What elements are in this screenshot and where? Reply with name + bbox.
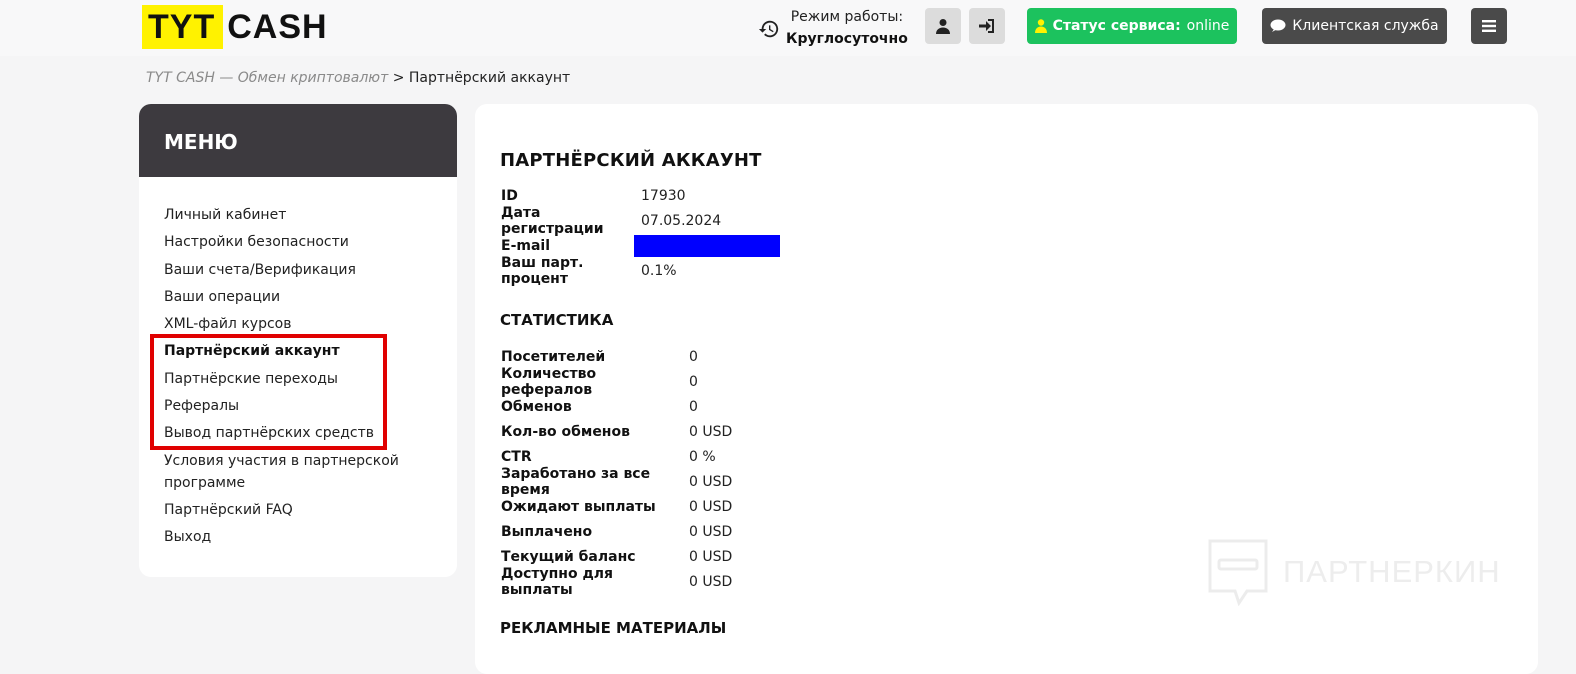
hamburger-menu-button[interactable] [1471, 8, 1507, 44]
stats-key: Кол-во обменов [501, 423, 630, 440]
stats-key: Заработано за все время [501, 465, 651, 498]
stats-list: Посетителей 0 Количество рефералов 0 Обменов… [501, 344, 733, 598]
stats-key: Обменов [501, 398, 572, 415]
account-row-regdate: Дата регистрации 07.05.2024 [501, 205, 780, 237]
site-header: TYT CASH Режим работы: Круглосуточно Ста… [0, 0, 1576, 56]
stats-row: Выплачено 0 USD [501, 519, 732, 544]
stats-key: Посетителей [501, 348, 606, 365]
hamburger-icon [1482, 20, 1496, 32]
stats-row: Доступно для выплаты 0 USD [501, 566, 733, 598]
stats-key: Выплачено [501, 523, 593, 540]
account-info: ID 17930 Дата регистрации 07.05.2024 E-m… [501, 183, 780, 287]
breadcrumb-current: Партнёрский аккаунт [408, 70, 571, 86]
stats-row: Заработано за все время 0 USD [501, 466, 733, 498]
stats-value: 0 USD [689, 573, 733, 590]
sidebar-item[interactable]: Ваши счета/Верификация [164, 259, 414, 281]
sidebar-item[interactable]: Личный кабинет [164, 204, 414, 226]
stats-row: Ожидают выплаты 0 USD [501, 494, 732, 519]
stats-value: 0 USD [689, 523, 733, 540]
stats-key: CTR [501, 448, 532, 465]
sidebar-item[interactable]: Ваши операции [164, 286, 414, 308]
sign-in-icon [979, 19, 994, 33]
service-status-button[interactable]: Статус сервиса: online [1027, 8, 1237, 44]
watermark-logo-icon [1208, 539, 1268, 606]
stats-value: 0 % [689, 448, 716, 465]
user-status-icon [1034, 19, 1047, 33]
stats-value: 0 USD [689, 548, 733, 565]
watermark-text: ПАРТНЕРКИН [1283, 554, 1501, 589]
account-value: 07.05.2024 [641, 212, 722, 229]
stats-row: Количество рефералов 0 [501, 366, 732, 398]
sidebar-item[interactable]: Партнёрский FAQ [164, 499, 414, 521]
email-redacted [634, 234, 780, 257]
chat-icon [1270, 19, 1286, 32]
support-label: Клиентская служба [1292, 18, 1439, 34]
account-key: ID [501, 187, 518, 204]
sidebar-item[interactable]: Настройки безопасности [164, 231, 414, 253]
breadcrumb-separator: > [392, 70, 405, 86]
working-hours: Режим работы: Круглосуточно [758, 6, 908, 50]
hours-value: Круглосуточно [786, 31, 908, 47]
stats-key: Доступно для выплаты [501, 565, 614, 598]
logo-tyt: TYT [142, 5, 224, 49]
stats-row: Обменов 0 [501, 394, 732, 419]
account-key: E-mail [501, 237, 551, 254]
site-logo[interactable]: TYT CASH [142, 5, 328, 49]
sidebar-item[interactable]: Условия участия в партнерской программе [164, 450, 414, 494]
hours-label: Режим работы: [790, 9, 904, 25]
stats-value: 0 [689, 398, 698, 415]
highlight-annotation [150, 334, 387, 450]
stats-value: 0 USD [689, 473, 733, 490]
stats-key: Количество рефералов [501, 365, 597, 398]
stats-value: 0 [689, 373, 698, 390]
history-icon [758, 20, 779, 38]
account-row-percent: Ваш парт. процент 0.1% [501, 255, 780, 287]
account-value: 0.1% [641, 262, 677, 279]
sidebar-item[interactable]: XML-файл курсов [164, 313, 414, 335]
account-key: Ваш парт. процент [501, 254, 584, 287]
stats-value: 0 USD [689, 498, 733, 515]
logo-cash: CASH [227, 7, 328, 46]
stats-value: 0 USD [689, 423, 733, 440]
sidebar-item[interactable]: Выход [164, 526, 414, 548]
watermark: ПАРТНЕРКИН [1207, 538, 1501, 606]
ads-title: РЕКЛАМНЫЕ МАТЕРИАЛЫ [500, 619, 727, 637]
login-button[interactable] [969, 8, 1005, 44]
account-value: 17930 [641, 187, 686, 204]
status-label: Статус сервиса: [1052, 18, 1181, 34]
stats-title: СТАТИСТИКА [500, 311, 614, 329]
user-account-button[interactable] [925, 8, 961, 44]
stats-row: Кол-во обменов 0 USD [501, 419, 732, 444]
stats-key: Текущий баланс [501, 548, 636, 565]
stats-key: Ожидают выплаты [501, 498, 656, 515]
account-title: ПАРТНЁРСКИЙ АККАУНТ [500, 150, 762, 171]
account-key: Дата регистрации [501, 204, 604, 237]
user-icon [936, 19, 950, 34]
sidebar-title: МЕНЮ [139, 104, 457, 177]
breadcrumb: TYT CASH — Обмен криптовалют > Партнёрск… [146, 70, 570, 86]
support-button[interactable]: Клиентская служба [1262, 8, 1447, 44]
stats-value: 0 [689, 348, 698, 365]
breadcrumb-home-link[interactable]: TYT CASH — Обмен криптовалют [146, 70, 388, 86]
status-value: online [1186, 18, 1230, 34]
